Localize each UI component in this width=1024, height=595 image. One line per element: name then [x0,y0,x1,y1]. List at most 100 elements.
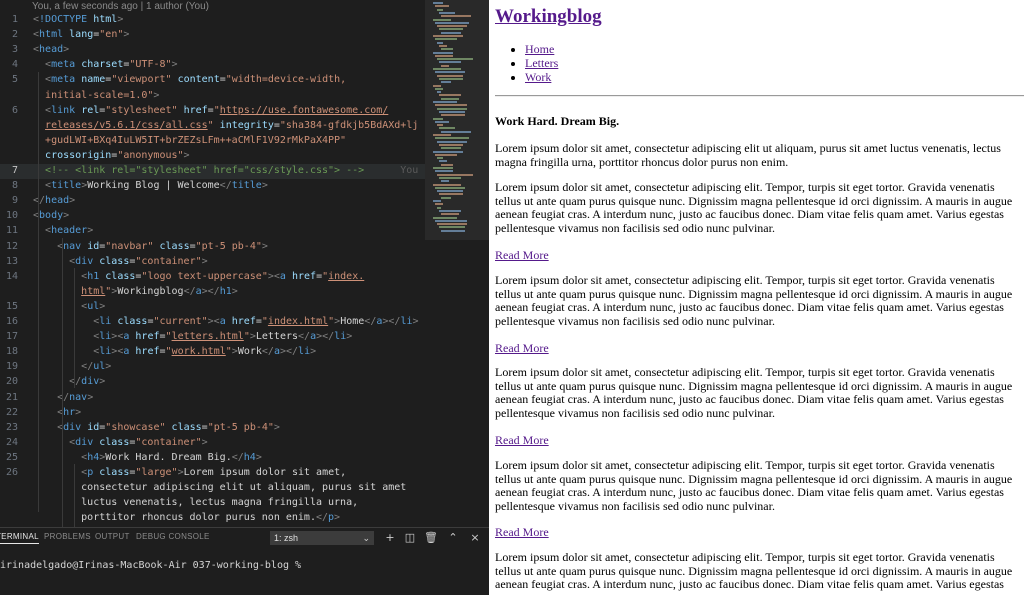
code-line[interactable]: <li class="current"><a href="index.html"… [33,316,418,327]
line-number: 7 [11,165,18,176]
line-number: 23 [5,421,18,433]
terminal-prompt[interactable]: irinadelgado@Irinas-MacBook-Air 037-work… [0,560,301,571]
terminal-panel[interactable]: TERMINAL PROBLEMS OUTPUT DEBUG CONSOLE 1… [0,527,489,595]
code-line[interactable]: releases/v5.6.1/css/all.css" integrity="… [33,120,418,131]
code-line[interactable]: <!-- <link rel="stylesheet" href="css/st… [33,165,418,176]
code-line[interactable]: initial-scale=1.0"> [33,90,159,101]
indent-guide [74,268,75,388]
nav-list: Home Letters Work [525,42,558,84]
line-number: 13 [5,255,18,267]
read-more-link[interactable]: Read More [495,341,549,356]
line-number: 18 [5,346,18,358]
code-line[interactable]: crossorigin="anonymous"> [33,150,190,161]
code-line[interactable]: <nav id="navbar" class="pt-5 pb-4"> [33,241,268,252]
inline-blame: You [364,165,419,176]
nav-item-work: Work [525,70,558,84]
line-number: 1 [11,14,18,25]
code-line[interactable]: <html lang="en"> [33,29,129,40]
code-line[interactable]: <ul> [33,301,105,312]
code-line[interactable]: <div id="showcase" class="pt-5 pb-4"> [33,422,280,433]
code-line[interactable]: html">Workingblog</a></h1> [33,286,238,297]
code-line[interactable]: <li><a href="work.html">Work</a></li> [33,346,316,357]
line-number: 11 [5,225,18,237]
line-number: 3 [11,44,18,56]
line-number: 16 [5,316,18,327]
code-line[interactable]: consectetur adipiscing elit ut aliquam, … [33,482,406,493]
line-number: 14 [5,270,18,282]
line-number: 8 [11,180,18,192]
line-number: 12 [5,240,18,252]
split-terminal-icon[interactable]: ◫ [403,531,417,545]
line-number: 19 [5,361,18,373]
line-number: 6 [11,104,18,116]
nav-item-home: Home [525,42,558,56]
code-line[interactable]: <p class="large">Lorem ipsum dolor sit a… [33,467,346,478]
code-line[interactable]: <h4>Work Hard. Dream Big.</h4> [33,452,262,463]
line-number: 9 [11,195,18,207]
code-line[interactable]: </head> [33,195,75,206]
read-more-link[interactable]: Read More [495,248,549,263]
code-line[interactable]: <meta charset="UTF-8"> [33,59,178,70]
tab-terminal[interactable]: TERMINAL [0,532,39,544]
code-line[interactable]: <div class="container"> [33,437,208,448]
code-line[interactable]: <li><a href="letters.html">Letters</a></… [33,331,352,342]
line-number: 25 [5,451,18,463]
line-number: 26 [5,467,18,478]
terminal-shell-select-value: 1: zsh [274,533,299,543]
indent-guide [62,238,63,527]
code-line[interactable]: </div> [33,376,105,387]
editor-scrollbar[interactable] [476,0,488,520]
nav-link-letters[interactable]: Letters [525,56,558,70]
tab-output[interactable]: OUTPUT [95,532,130,541]
line-number: 24 [5,436,18,448]
tab-problems[interactable]: PROBLEMS [44,532,91,541]
code-line[interactable]: <!DOCTYPE html> [33,14,123,25]
indent-guide [74,464,75,527]
line-number: 10 [5,210,18,222]
code-area[interactable]: 1 <!DOCTYPE html> 2 <html lang="en"> 3 <head>… [0,12,425,527]
code-line[interactable]: <h1 class="logo text-uppercase"><a href=… [33,271,364,282]
site-title-link[interactable]: Workingblog [495,6,602,28]
nav-item-letters: Letters [525,56,558,70]
post-paragraph: Lorem ipsum dolor sit amet, consectetur … [495,273,1013,328]
close-icon[interactable]: × [468,531,482,545]
line-number: 2 [11,29,18,41]
post-paragraph: Lorem ipsum dolor sit amet, consectetur … [495,365,1013,420]
intro-paragraph: Lorem ipsum dolor sit amet, consectetur … [495,141,1001,169]
new-terminal-icon[interactable]: + [383,531,397,545]
tagline-heading: Work Hard. Dream Big. [495,114,620,128]
code-line[interactable]: porttitor rhoncus dolor purus non enim.<… [33,512,340,523]
nav-link-home[interactable]: Home [525,42,554,56]
line-number: 20 [5,376,18,388]
terminal-shell-select[interactable]: 1: zsh ⌄ [270,531,374,545]
browser-page: Workingblog Home Letters Work Work Hard.… [489,0,1024,594]
indent-guide [38,72,39,512]
code-line[interactable]: <head> [33,44,69,55]
code-line[interactable]: </nav> [33,392,93,403]
chevron-down-icon: ⌄ [362,533,370,543]
code-line[interactable]: </ul> [33,361,111,372]
tab-debug-console[interactable]: DEBUG CONSOLE [136,532,210,541]
line-number: 5 [11,74,18,86]
line-number: 17 [5,331,18,343]
line-number: 22 [5,406,18,418]
read-more-link[interactable]: Read More [495,525,549,540]
code-line[interactable]: +gudLWI+BXq4IuLW5IT+brZEZsLFm++aCMlF1V92… [33,135,346,146]
post-paragraph: Lorem ipsum dolor sit amet, consectetur … [495,458,1013,513]
code-line[interactable]: <div class="container"> [33,256,208,267]
code-editor[interactable]: You, a few seconds ago | 1 author (You) … [0,0,489,594]
line-number: 15 [5,300,18,312]
read-more-link[interactable]: Read More [495,433,549,448]
trash-icon[interactable]: 🗑 [424,531,438,545]
code-line[interactable]: <meta name="viewport" content="width=dev… [33,74,346,85]
post-paragraph: Lorem ipsum dolor sit amet, consectetur … [495,550,1013,594]
code-line[interactable]: <header> [33,225,93,236]
code-line[interactable]: <title>Working Blog | Welcome</title> [33,180,268,191]
code-line[interactable]: <link rel="stylesheet" href="https://use… [33,105,388,116]
nav-link-work[interactable]: Work [525,70,551,84]
code-line[interactable]: luctus venenatis, lectus magna fringilla… [33,497,358,508]
code-line[interactable]: <hr> [33,407,81,418]
chevron-up-icon[interactable]: ⌃ [446,531,460,545]
post-paragraph: Lorem ipsum dolor sit amet, consectetur … [495,180,1013,235]
divider [495,95,1024,97]
